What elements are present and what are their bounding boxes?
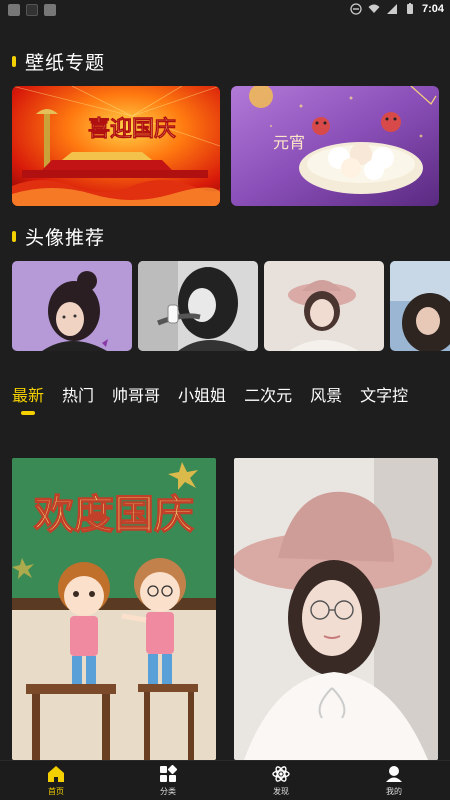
tab-anime[interactable]: 二次元 (244, 382, 292, 406)
avatar-card[interactable] (138, 261, 258, 351)
nav-mine-label: 我的 (386, 787, 402, 796)
tab-hot[interactable]: 热门 (62, 382, 94, 406)
tab-text-lovers[interactable]: 文字控 (360, 382, 408, 406)
active-tab-indicator (21, 411, 35, 415)
nav-discover-label: 发现 (273, 787, 289, 796)
avatar-section-title: 头像推荐 (25, 227, 106, 249)
notification-icons (8, 4, 56, 16)
wallpaper-caption: 喜迎国庆 (88, 116, 176, 142)
feed-card-caption: 欢度国庆 (33, 491, 194, 538)
notification-icon (8, 4, 20, 16)
wallpaper-calligraphy: 元宵 (273, 133, 305, 152)
tab-scenery[interactable]: 风景 (310, 382, 342, 406)
notification-icon (44, 4, 56, 16)
tab-pretty-girls[interactable]: 小姐姐 (178, 382, 226, 406)
tab-latest[interactable]: 最新 (12, 382, 44, 406)
wallpaper-section-header: 壁纸专题 (12, 48, 105, 75)
signal-icon (386, 4, 397, 14)
lantern-festival-wallpaper[interactable]: 元宵 (231, 86, 439, 206)
home-icon (48, 766, 64, 782)
avatar-card[interactable] (390, 261, 450, 351)
nav-mine[interactable]: 我的 (364, 765, 424, 797)
battery-icon (406, 3, 413, 14)
nav-home[interactable]: 首页 (26, 765, 86, 797)
grid-icon (160, 765, 177, 782)
wifi-icon (368, 4, 380, 13)
national-day-wallpaper[interactable]: 喜迎国庆 (12, 86, 220, 206)
clock: 7:04 (421, 3, 444, 15)
avatar-carousel[interactable] (12, 261, 450, 351)
avatar-section-header: 头像推荐 (12, 223, 105, 250)
bottom-navigation: 首页 分类 发现 我的 (0, 760, 450, 800)
category-tabs: 最新 热门 帅哥哥 小姐姐 二次元 风景 文字控 (12, 382, 426, 406)
nav-discover[interactable]: 发现 (251, 765, 311, 797)
user-icon (386, 766, 402, 782)
avatar-card[interactable] (12, 261, 132, 351)
celebrate-national-day-card[interactable]: 欢度国庆 (12, 458, 216, 760)
wallpaper-section-title: 壁纸专题 (25, 52, 106, 74)
title-accent-bar (12, 56, 16, 67)
nav-home-label: 首页 (48, 787, 64, 796)
status-bar: 7:04 (0, 0, 450, 22)
title-accent-bar (12, 231, 16, 242)
notification-icon (26, 4, 38, 16)
avatar-card[interactable] (264, 261, 384, 351)
dnd-icon (350, 3, 362, 15)
nav-category-label: 分类 (160, 787, 176, 796)
nav-category[interactable]: 分类 (138, 765, 198, 797)
girl-with-hat-card[interactable] (234, 458, 438, 760)
tab-handsome-guys[interactable]: 帅哥哥 (112, 382, 160, 406)
atom-icon (272, 766, 290, 782)
